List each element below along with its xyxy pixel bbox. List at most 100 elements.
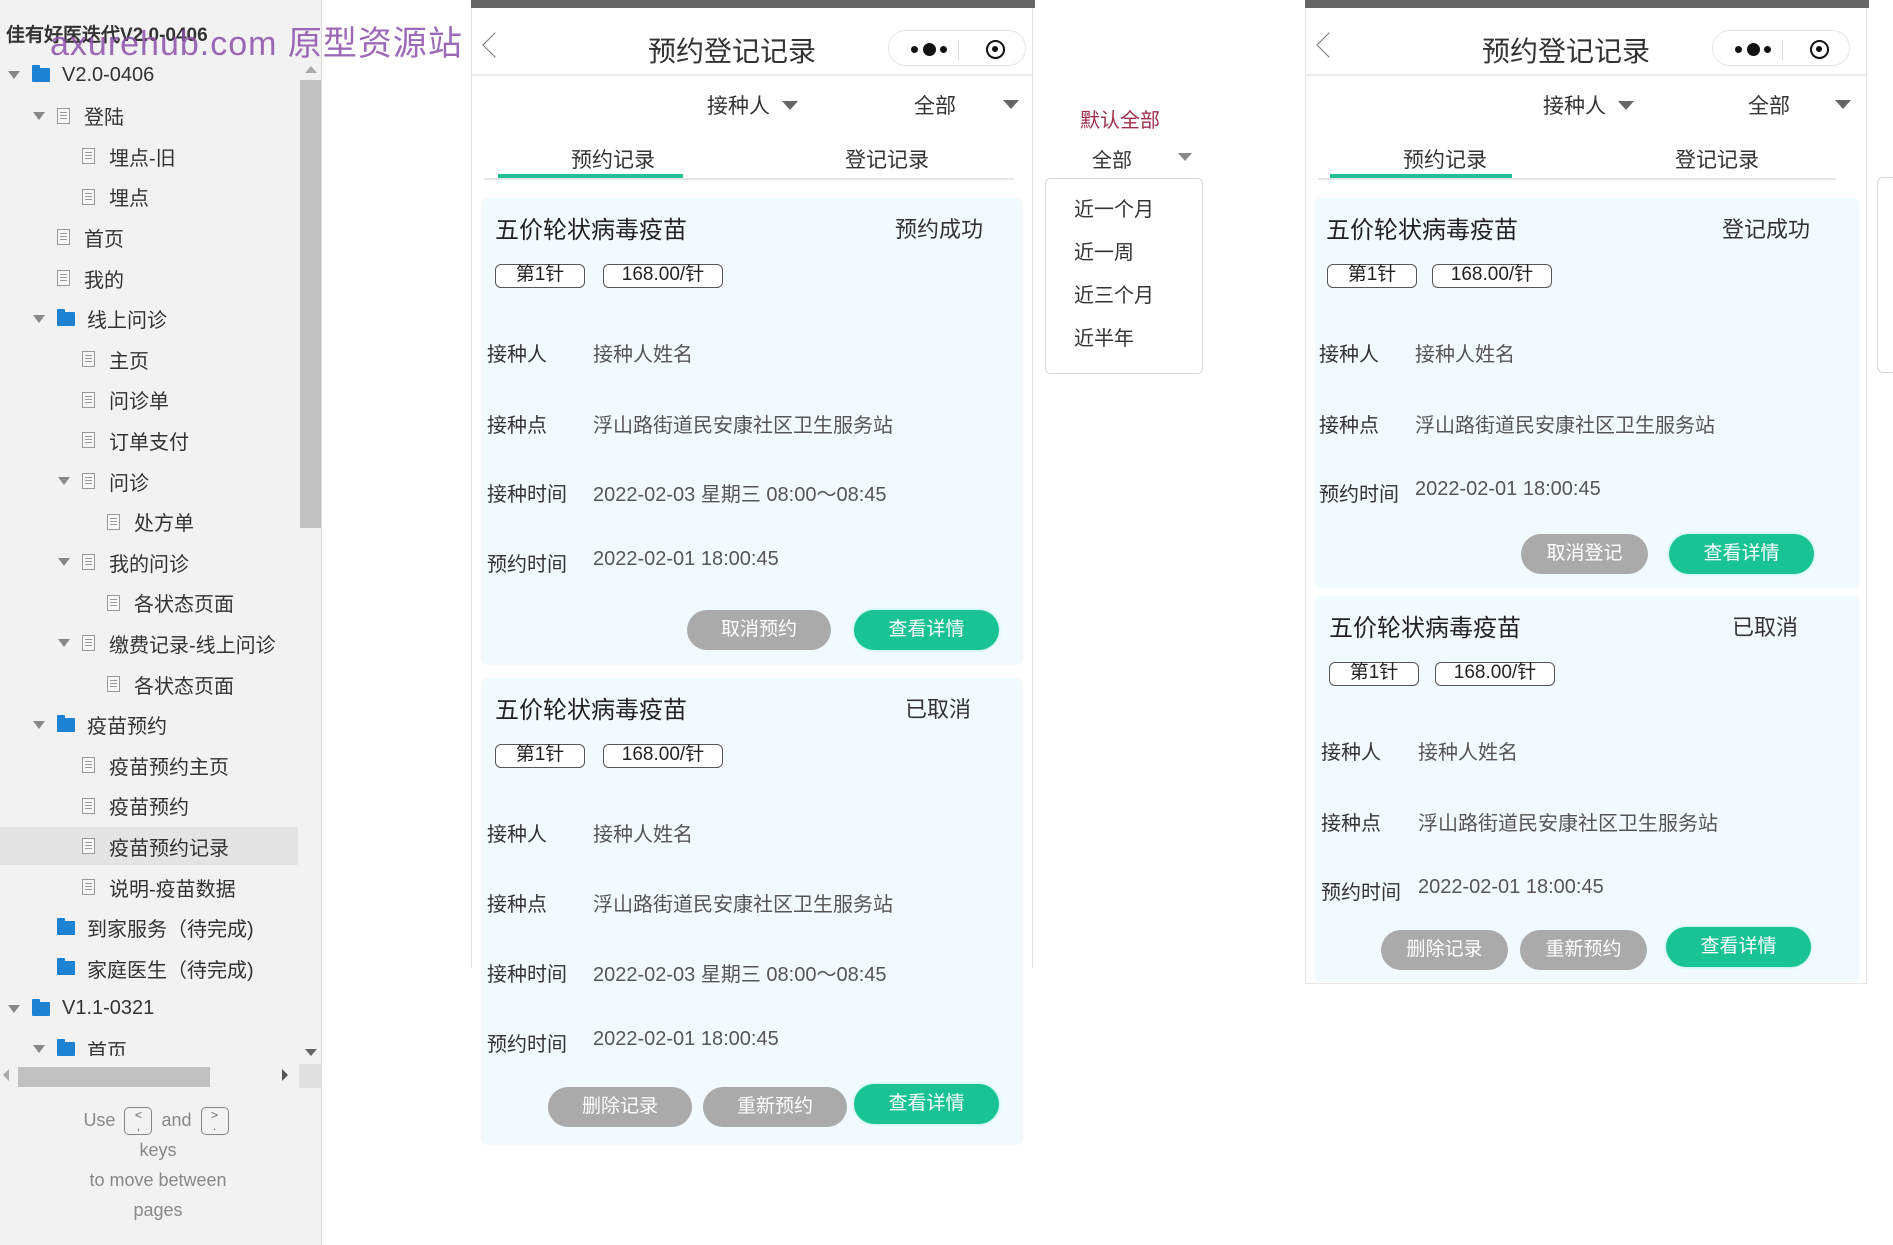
recipient-filter[interactable]: 接种人 <box>1543 90 1634 120</box>
expand-triangle-icon[interactable] <box>8 71 20 79</box>
status-bar <box>471 0 1035 8</box>
delete-record-button[interactable]: 删除记录 <box>1381 930 1508 970</box>
folder-icon <box>57 308 75 326</box>
sitemap-item-label: 首页 <box>84 228 124 251</box>
sitemap-item[interactable]: 处方单 <box>0 503 298 541</box>
page-icon <box>57 107 70 124</box>
dropdown-triangle-icon[interactable] <box>1835 100 1851 109</box>
field-label: 接种点 <box>1321 813 1381 835</box>
sitemap-item-label: 到家服务（待完成) <box>87 919 254 942</box>
more-dots-icon[interactable] <box>911 42 947 56</box>
view-details-button[interactable]: 查看详情 <box>1666 927 1811 967</box>
prev-key-icon: <, <box>124 1107 153 1136</box>
expand-triangle-icon[interactable] <box>33 111 45 120</box>
page-icon <box>57 270 70 286</box>
sitemap-item[interactable]: V1.1-0321 <box>0 990 298 1028</box>
tab-booking-records[interactable]: 预约记录 <box>508 144 718 174</box>
mini-program-capsule <box>1712 30 1850 66</box>
sitemap-item[interactable]: 疫苗预约 <box>0 787 298 825</box>
close-target-icon[interactable] <box>1810 40 1829 59</box>
sitemap-item[interactable]: 缴费记录-线上问诊 <box>0 624 298 662</box>
sitemap-item[interactable]: 疫苗预约主页 <box>0 746 298 784</box>
expand-triangle-icon[interactable] <box>33 1045 45 1054</box>
close-target-icon[interactable] <box>986 40 1005 59</box>
view-details-button[interactable]: 查看详情 <box>854 610 999 650</box>
capsule-divider <box>1782 40 1783 60</box>
delete-record-button[interactable]: 删除记录 <box>548 1087 692 1127</box>
active-tab-indicator <box>1330 174 1512 178</box>
expand-triangle-icon[interactable] <box>33 720 45 729</box>
time-range-filter[interactable]: 全部 <box>914 90 956 120</box>
sitemap-item[interactable]: 埋点-旧 <box>0 137 298 175</box>
tab-registration-records[interactable]: 登记记录 <box>782 144 992 174</box>
option-last-week[interactable]: 近一周 <box>1074 236 1134 265</box>
view-details-button[interactable]: 查看详情 <box>1669 534 1814 574</box>
sitemap-item[interactable]: 订单支付 <box>0 421 298 459</box>
view-details-button[interactable]: 查看详情 <box>854 1084 999 1124</box>
vertical-scroll-thumb[interactable] <box>300 80 321 528</box>
sitemap-item[interactable]: 疫苗预约 <box>0 706 298 744</box>
key-help-use: Use <box>83 1110 116 1130</box>
page-icon <box>82 432 95 449</box>
sitemap-item[interactable]: 到家服务（待完成) <box>0 909 298 947</box>
annotation-select-value[interactable]: 全部 <box>1092 144 1132 173</box>
scroll-down-arrow-icon[interactable] <box>305 1049 317 1056</box>
horizontal-scroll-thumb[interactable] <box>18 1067 210 1087</box>
rebook-button[interactable]: 重新预约 <box>1520 930 1647 970</box>
status-badge: 登记成功 <box>1721 217 1810 242</box>
field-value: 2022-02-01 18:00:45 <box>593 548 779 570</box>
tab-registration-records[interactable]: 登记记录 <box>1612 144 1822 174</box>
field-value: 接种人姓名 <box>593 824 693 846</box>
sitemap-item[interactable]: 各状态页面 <box>0 584 298 622</box>
sitemap-item-label: 疫苗预约主页 <box>109 756 229 779</box>
field-label: 预约时间 <box>1321 882 1401 904</box>
sitemap-item[interactable]: 各状态页面 <box>0 665 298 703</box>
record-card: 五价轮状病毒疫苗 已取消 第1针 168.00/针 接种人 接种人姓名 接种点 … <box>1315 596 1859 982</box>
sitemap-item[interactable]: 家庭医生（待完成) <box>0 949 298 987</box>
option-last-month[interactable]: 近一个月 <box>1074 193 1154 222</box>
sitemap-item[interactable]: 我的 <box>0 259 298 297</box>
page-icon <box>107 513 120 530</box>
sitemap-item[interactable]: 问诊单 <box>0 381 298 419</box>
expand-triangle-icon[interactable] <box>58 477 70 485</box>
sitemap-item-label: 我的 <box>84 269 124 292</box>
sitemap-item[interactable]: 疫苗预约记录 <box>0 827 298 866</box>
scroll-up-arrow-icon[interactable] <box>305 66 317 73</box>
rebook-button[interactable]: 重新预约 <box>703 1087 847 1127</box>
sitemap-item[interactable]: 埋点 <box>0 178 298 216</box>
scroll-right-arrow-icon[interactable] <box>282 1069 288 1081</box>
sitemap-item[interactable]: 线上问诊 <box>0 300 298 338</box>
sitemap-item[interactable]: 首页 <box>0 1030 298 1056</box>
sitemap-item[interactable]: 主页 <box>0 340 298 378</box>
more-dots-icon[interactable] <box>1735 42 1771 56</box>
scroll-left-arrow-icon[interactable] <box>3 1069 9 1081</box>
dropdown-triangle-icon[interactable] <box>1178 153 1192 161</box>
expand-triangle-icon[interactable] <box>58 639 70 648</box>
option-last-half-year[interactable]: 近半年 <box>1074 322 1134 351</box>
expand-triangle-icon[interactable] <box>58 558 70 567</box>
tab-booking-records[interactable]: 预约记录 <box>1340 144 1550 174</box>
sitemap-item[interactable]: V2.0-0406 <box>0 56 298 94</box>
sitemap-item[interactable]: 说明-疫苗数据 <box>0 868 298 906</box>
recipient-filter[interactable]: 接种人 <box>707 90 798 120</box>
sitemap-item-label: 主页 <box>109 350 149 373</box>
folder-icon <box>57 714 75 732</box>
sitemap-item[interactable]: 登陆 <box>0 97 298 135</box>
time-range-filter-label: 全部 <box>914 95 956 118</box>
page-icon <box>82 391 95 408</box>
option-last-three-months[interactable]: 近三个月 <box>1074 279 1154 308</box>
cancel-registration-button[interactable]: 取消登记 <box>1521 534 1648 574</box>
sitemap-item[interactable]: 首页 <box>0 218 298 256</box>
sitemap-item-label: 埋点-旧 <box>109 147 176 170</box>
time-range-filter[interactable]: 全部 <box>1748 90 1790 120</box>
sitemap-item[interactable]: 问诊 <box>0 462 298 500</box>
dropdown-triangle-icon[interactable] <box>1003 100 1019 109</box>
cancel-booking-button[interactable]: 取消预约 <box>687 610 831 650</box>
expand-triangle-icon[interactable] <box>33 314 45 323</box>
scrollbar-corner <box>299 1064 321 1088</box>
price-chip: 168.00/针 <box>1435 662 1555 686</box>
sitemap-item[interactable]: 我的问诊 <box>0 543 298 581</box>
field-value: 浮山路街道民安康社区卫生服务站 <box>1415 415 1715 437</box>
expand-triangle-icon[interactable] <box>8 1004 20 1013</box>
